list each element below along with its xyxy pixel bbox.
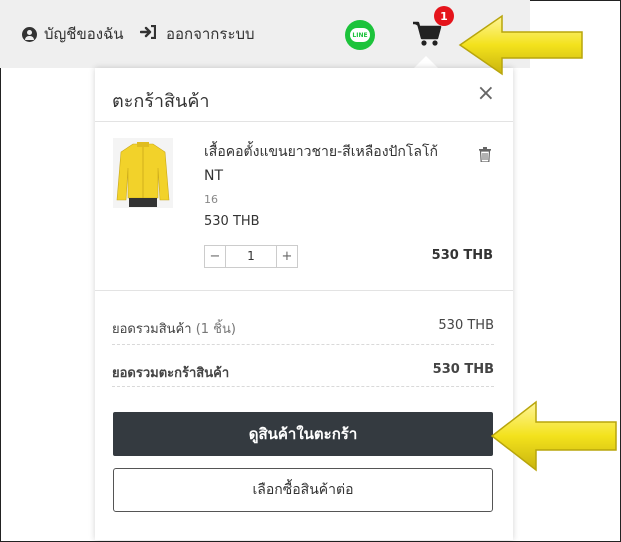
product-thumbnail[interactable] [113, 138, 173, 208]
user-icon [22, 26, 37, 42]
decrease-quantity-button[interactable]: − [205, 246, 226, 267]
cart-total-label: ยอดรวมตะกร้าสินค้า [112, 366, 230, 381]
view-cart-button[interactable]: ดูสินค้าในตะกร้า [113, 412, 493, 456]
product-variant: 16 [204, 193, 218, 206]
top-bar: บัญชีของฉัน ออกจากระบบ LINE 1 [0, 0, 530, 68]
logout-icon [139, 24, 158, 43]
arrow-icon [456, 12, 586, 82]
product-name[interactable]: เสื้อคอตั้งแขนยาวชาย-สีเหลืองปักโลโก้ NT [204, 140, 454, 188]
cart-total-row: ยอดรวมตะกร้าสินค้า 530 THB [112, 362, 494, 383]
account-link[interactable]: บัญชีของฉัน [22, 22, 124, 46]
logout-link[interactable]: ออกจากระบบ [139, 22, 255, 46]
subtotal-row: ยอดรวมสินค้า (1 ชิ้น) 530 THB [112, 318, 494, 339]
line-logo-text: LINE [350, 28, 370, 42]
continue-shopping-button[interactable]: เลือกซื้อสินค้าต่อ [113, 468, 493, 512]
mini-cart-panel: ตะกร้าสินค้า × เสื้อคอตั้งแขนยาวชาย-สีเห… [95, 68, 513, 540]
quantity-stepper: − 1 + [204, 245, 298, 268]
subtotal-quantity: (1 ชิ้น) [195, 322, 236, 337]
quantity-input[interactable]: 1 [226, 246, 276, 267]
cart-count-badge: 1 [434, 6, 454, 26]
trash-icon[interactable] [479, 147, 491, 163]
dashed-divider [112, 386, 494, 387]
mini-cart-title: ตะกร้าสินค้า [112, 91, 210, 112]
close-icon[interactable]: × [477, 81, 495, 106]
cart-total-value: 530 THB [432, 362, 494, 377]
subtotal-value: 530 THB [438, 318, 494, 333]
item-line-total: 530 THB [431, 248, 493, 263]
mini-cart-header: ตะกร้าสินค้า × [95, 68, 513, 122]
dropdown-caret [414, 56, 438, 68]
line-icon[interactable]: LINE [345, 20, 375, 50]
subtotal-label: ยอดรวมสินค้า [112, 322, 192, 337]
dashed-divider [112, 344, 494, 345]
logout-label: ออกจากระบบ [166, 25, 255, 43]
account-label: บัญชีของฉัน [44, 25, 124, 43]
increase-quantity-button[interactable]: + [276, 246, 297, 267]
divider [95, 290, 513, 291]
arrow-icon [488, 398, 618, 478]
product-unit-price: 530 THB [204, 214, 260, 229]
